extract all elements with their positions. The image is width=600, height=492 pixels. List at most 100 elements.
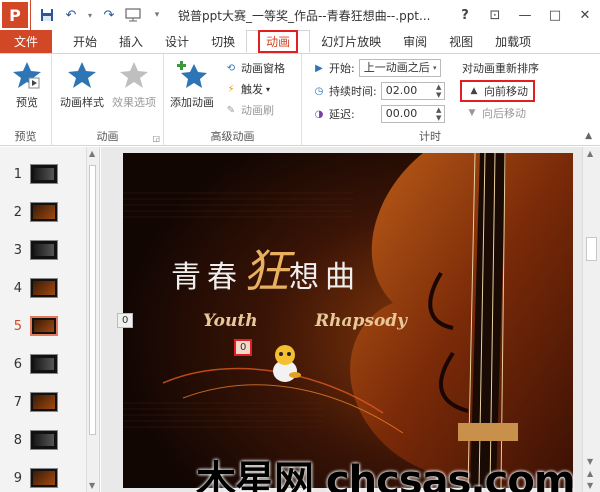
chevron-down-icon: ▾ bbox=[266, 84, 271, 94]
tab-label: 插入 bbox=[119, 35, 144, 49]
effect-options-star-icon bbox=[117, 58, 151, 92]
scrollbar-thumb[interactable] bbox=[586, 237, 597, 261]
move-earlier-button[interactable]: ▲ 向前移动 bbox=[460, 80, 535, 102]
tab-label: 开始 bbox=[73, 35, 98, 49]
scroll-up-icon[interactable]: ▲ bbox=[587, 149, 593, 158]
slide-title[interactable]: 青春狂想曲 bbox=[171, 235, 361, 301]
timing-group: ▶ 开始: 上一动画之后 ▾ ◷ 持续时间: 02.00 ▲ ▼ ◑ 延迟: 00… bbox=[302, 54, 558, 146]
slide-thumbnail-selected[interactable]: 5 bbox=[0, 307, 96, 345]
move-earlier-label: 向前移动 bbox=[484, 85, 528, 98]
redo-icon[interactable]: ↷ bbox=[100, 6, 118, 24]
tab-slideshow[interactable]: 幻灯片放映 bbox=[310, 30, 392, 53]
slide-canvas[interactable]: 青春狂想曲 Youth Rhapsody 0 bbox=[123, 153, 573, 488]
slide-scrollbar[interactable]: ▲ ▼ ▲ ▼ bbox=[582, 147, 600, 492]
window-controls: ? ⊡ — □ ✕ bbox=[450, 0, 600, 30]
add-animation-label: 添加动画 bbox=[170, 96, 214, 109]
tab-home[interactable]: 开始 bbox=[62, 30, 108, 53]
triangle-up-icon: ▲ bbox=[470, 86, 478, 96]
slide-number: 5 bbox=[13, 318, 22, 334]
scroll-up-icon[interactable]: ▲ bbox=[89, 149, 95, 158]
advanced-animation-group: 添加动画 ⟲ 动画窗格 ⚡ 触发 ▾ ✎ 动画刷 高级动画 bbox=[164, 54, 302, 146]
add-animation-button[interactable]: 添加动画 bbox=[170, 58, 214, 110]
slide-thumbnail[interactable]: 4 bbox=[0, 269, 96, 307]
minimize-button[interactable]: — bbox=[510, 0, 540, 30]
close-button[interactable]: ✕ bbox=[570, 0, 600, 30]
advanced-animation-group-label: 高级动画 bbox=[210, 130, 255, 143]
trigger-button[interactable]: ⚡ 触发 ▾ bbox=[224, 81, 270, 97]
ribbon-display-options-button[interactable]: ⊡ bbox=[480, 0, 510, 30]
tab-insert[interactable]: 插入 bbox=[108, 30, 154, 53]
slide-thumbnail-image bbox=[30, 316, 58, 336]
duration-input[interactable]: 02.00 ▲ ▼ bbox=[380, 82, 445, 100]
slide-thumbnail[interactable]: 2 bbox=[0, 193, 96, 231]
delay-label: 延迟: bbox=[329, 108, 355, 121]
effect-options-button[interactable]: 效果选项 bbox=[112, 58, 156, 110]
tab-view[interactable]: 视图 bbox=[438, 30, 484, 53]
slide-thumbnail[interactable]: 1 bbox=[0, 155, 96, 193]
tab-design[interactable]: 设计 bbox=[154, 30, 200, 53]
site-watermark: 木星网 chcsas.com bbox=[196, 458, 575, 492]
clock-icon: ◷ bbox=[314, 85, 324, 97]
tab-transitions[interactable]: 切换 bbox=[200, 30, 246, 53]
subtitle-youth[interactable]: Youth bbox=[203, 311, 258, 331]
spinner-arrows-icon[interactable]: ▲ ▼ bbox=[434, 106, 444, 122]
collapse-ribbon-icon[interactable]: ▲ bbox=[585, 131, 592, 141]
animation-styles-button[interactable]: 动画样式 bbox=[60, 58, 104, 110]
customize-qat-icon[interactable]: ▾ bbox=[148, 6, 166, 24]
tab-file[interactable]: 文件 bbox=[0, 30, 53, 53]
scrollbar-thumb[interactable] bbox=[89, 165, 96, 435]
duration-value: 02.00 bbox=[385, 84, 418, 97]
animation-order-tag-selected[interactable]: 0 bbox=[234, 339, 253, 356]
delay-input[interactable]: 00.00 ▲ ▼ bbox=[380, 105, 445, 123]
animation-pane-icon: ⟲ bbox=[226, 62, 236, 74]
reorder-heading: 对动画重新排序 bbox=[462, 62, 539, 75]
cartoon-mascot-image[interactable] bbox=[265, 341, 305, 385]
animation-pane-label: 动画窗格 bbox=[241, 62, 285, 75]
move-later-button[interactable]: ▼ 向后移动 bbox=[465, 105, 526, 121]
animation-order-tag[interactable]: 0 bbox=[117, 313, 134, 328]
start-label: 开始: bbox=[329, 62, 355, 75]
next-slide-icon[interactable]: ▼ bbox=[587, 481, 593, 490]
undo-icon[interactable]: ↶ bbox=[62, 6, 80, 24]
preview-button[interactable]: 预览 bbox=[10, 58, 44, 110]
slide-thumbnails-pane: 1 2 3 4 5 6 7 8 9 ▲ ▼ bbox=[0, 147, 100, 492]
slide-number: 7 bbox=[13, 394, 22, 410]
spinner-arrows-icon[interactable]: ▲ ▼ bbox=[434, 83, 444, 99]
slide-thumbnail[interactable]: 6 bbox=[0, 345, 96, 383]
quick-access-toolbar: ↶ ▾ ↷ ▾ bbox=[38, 6, 166, 24]
add-animation-star-icon bbox=[175, 58, 209, 92]
slide-thumbnail[interactable]: 9 bbox=[0, 459, 96, 492]
tab-label: 设计 bbox=[165, 35, 190, 49]
duration-label: 持续时间: bbox=[329, 85, 377, 98]
slide-thumbnail-image bbox=[30, 164, 58, 184]
save-icon[interactable] bbox=[38, 6, 56, 24]
start-select[interactable]: 上一动画之后 ▾ bbox=[358, 59, 441, 77]
animation-painter-button[interactable]: ✎ 动画刷 bbox=[224, 102, 274, 118]
thumbnail-scrollbar[interactable]: ▲ ▼ bbox=[86, 147, 98, 492]
slide-number: 3 bbox=[13, 242, 22, 258]
animation-pane-button[interactable]: ⟲ 动画窗格 bbox=[224, 60, 285, 76]
dialog-launcher-icon[interactable]: ◲ bbox=[152, 134, 160, 143]
slide-thumbnail[interactable]: 8 bbox=[0, 421, 96, 459]
painter-brush-icon: ✎ bbox=[226, 104, 236, 116]
start-from-beginning-icon[interactable] bbox=[124, 6, 142, 24]
tab-review[interactable]: 审阅 bbox=[392, 30, 438, 53]
previous-slide-icon[interactable]: ▲ bbox=[587, 469, 593, 478]
effect-options-label: 效果选项 bbox=[112, 96, 156, 109]
help-button[interactable]: ? bbox=[450, 0, 480, 30]
slide-thumbnail-image bbox=[30, 468, 58, 488]
scroll-down-icon[interactable]: ▼ bbox=[587, 457, 593, 466]
maximize-button[interactable]: □ bbox=[540, 0, 570, 30]
slide-thumbnail[interactable]: 7 bbox=[0, 383, 96, 421]
tab-label: 审阅 bbox=[403, 35, 428, 49]
undo-dropdown-icon[interactable]: ▾ bbox=[86, 6, 94, 24]
tab-addins[interactable]: 加载项 bbox=[484, 30, 542, 53]
tab-animations[interactable]: 动画 bbox=[246, 30, 311, 53]
delay-row: ◑ 延迟: 00.00 ▲ ▼ bbox=[312, 105, 445, 123]
scroll-down-icon[interactable]: ▼ bbox=[89, 481, 95, 490]
tab-label: 切换 bbox=[211, 35, 236, 49]
slide-thumbnail[interactable]: 3 bbox=[0, 231, 96, 269]
slide-thumbnail-image bbox=[30, 202, 58, 222]
title-part-2: 想曲 bbox=[289, 260, 361, 295]
subtitle-rhapsody[interactable]: Rhapsody bbox=[315, 311, 407, 331]
